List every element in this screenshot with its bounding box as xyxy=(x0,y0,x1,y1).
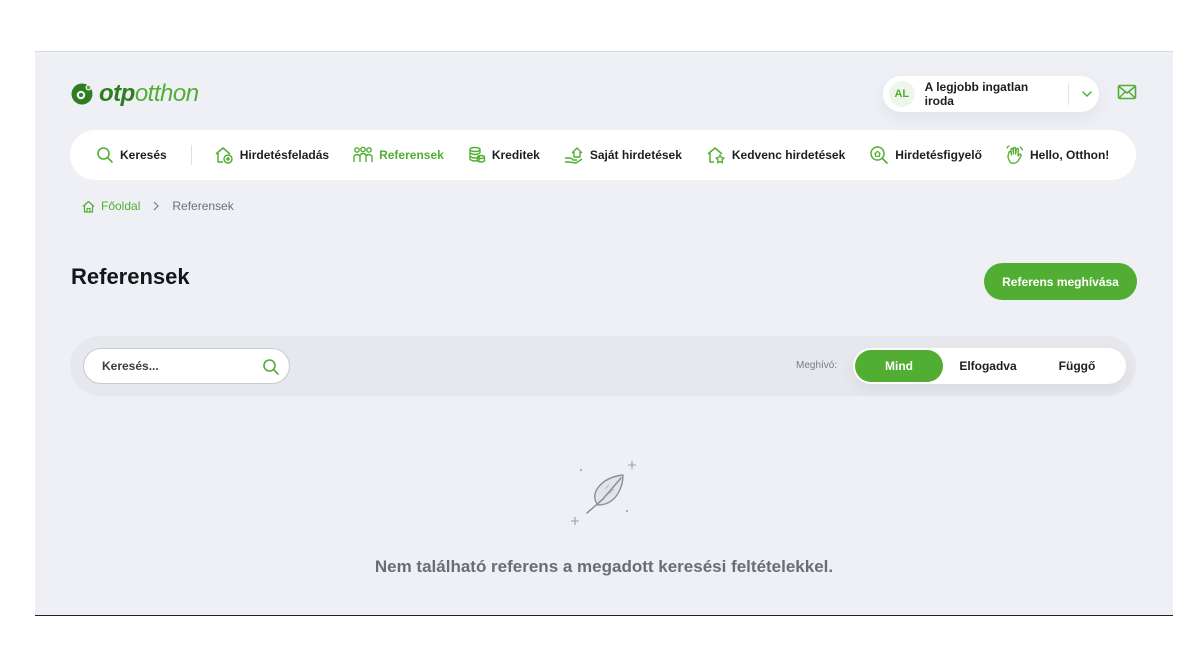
office-name: A legjobb ingatlan iroda xyxy=(924,80,1029,108)
house-plus-icon xyxy=(215,147,233,164)
search-field xyxy=(83,348,290,384)
office-selector[interactable]: AL A legjobb ingatlan iroda xyxy=(883,76,1099,112)
search-input[interactable] xyxy=(84,349,254,383)
search-icon xyxy=(97,147,113,163)
chevron-down-icon[interactable] xyxy=(1081,88,1093,100)
nav-item-label: Kreditek xyxy=(491,148,540,162)
invite-status-filter: Mind Elfogadva Függő xyxy=(853,348,1126,384)
invite-status-label: Meghívó: xyxy=(796,360,838,371)
filter-option-pending[interactable]: Függő xyxy=(1033,350,1121,382)
main-nav: Keresés Hirdetésfeladás Referensek Kredi… xyxy=(70,130,1136,180)
nav-item-label: Keresés xyxy=(120,148,167,162)
house-star-icon xyxy=(707,147,725,164)
envelope-icon[interactable] xyxy=(1117,84,1137,105)
otp-otthon-logo[interactable]: otpotthon xyxy=(70,80,199,108)
breadcrumb: Főoldal Referensek xyxy=(82,199,234,213)
app-frame: otpotthon AL A legjobb ingatlan iroda Ke… xyxy=(35,51,1173,616)
nav-item-search[interactable]: Keresés xyxy=(96,146,167,164)
nav-item-label: Hello, Otthon! xyxy=(1029,148,1110,162)
nav-item-hello-otthon[interactable]: Hello, Otthon! xyxy=(1006,145,1109,165)
feather-icon xyxy=(565,455,645,536)
nav-divider xyxy=(190,145,192,165)
nav-item-ad-watcher[interactable]: Hirdetésfigyelő xyxy=(869,145,982,165)
nav-item-label: Hirdetésfeladás xyxy=(239,148,330,162)
breadcrumb-current: Referensek xyxy=(172,199,234,213)
search-house-icon xyxy=(870,146,889,164)
nav-item-referents[interactable]: Referensek xyxy=(353,146,444,164)
logo-wordmark: otpotthon xyxy=(99,80,199,107)
otp-logo-icon xyxy=(71,83,93,105)
people-icon xyxy=(353,146,373,162)
page-title: Referensek xyxy=(71,264,190,289)
office-avatar: AL xyxy=(889,81,915,107)
coins-icon xyxy=(469,146,486,163)
nav-item-label: Hirdetésfigyelő xyxy=(895,148,982,162)
breadcrumb-home-link[interactable]: Főoldal xyxy=(101,199,140,213)
nav-item-credits[interactable]: Kreditek xyxy=(468,146,540,164)
chevron-right-icon xyxy=(153,201,160,211)
nav-item-label: Kedvenc hirdetések xyxy=(731,148,846,162)
filter-bar: Meghívó: Mind Elfogadva Függő xyxy=(70,336,1136,396)
nav-item-label: Referensek xyxy=(379,148,444,162)
office-divider xyxy=(1068,83,1069,105)
nav-item-favorite-ads[interactable]: Kedvenc hirdetések xyxy=(706,145,845,165)
invite-referent-button[interactable]: Referens meghívása xyxy=(984,263,1137,300)
nav-item-my-ads[interactable]: Saját hirdetések xyxy=(564,146,682,164)
filter-option-accepted[interactable]: Elfogadva xyxy=(945,350,1031,382)
home-icon xyxy=(82,200,95,213)
nav-item-post-ad[interactable]: Hirdetésfeladás xyxy=(214,145,329,165)
nav-item-label: Saját hirdetések xyxy=(589,148,682,162)
waving-hand-icon xyxy=(1006,145,1024,164)
house-hand-icon xyxy=(564,147,583,164)
empty-state-message: Nem található referens a megadott keresé… xyxy=(374,557,834,576)
filter-option-all[interactable]: Mind xyxy=(855,350,943,382)
search-icon[interactable] xyxy=(262,358,280,381)
